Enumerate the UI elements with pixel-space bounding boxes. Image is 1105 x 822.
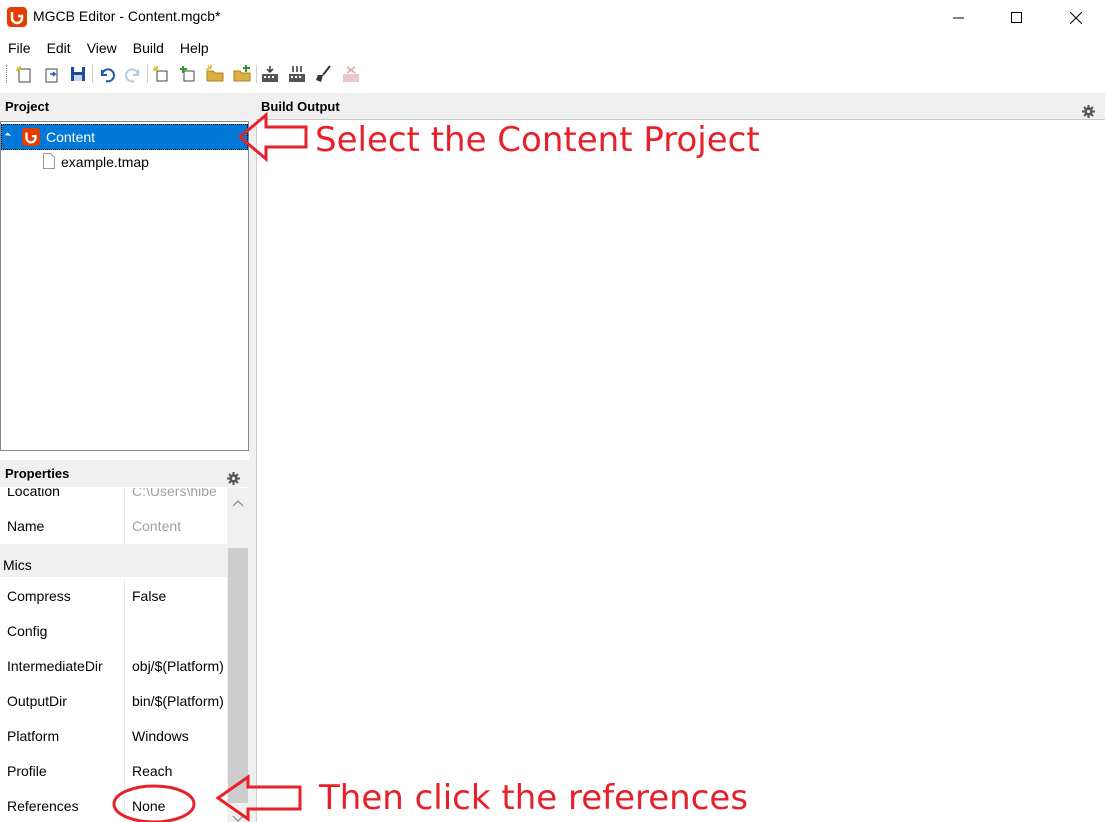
toolbar [0,61,1105,87]
prop-name: References [7,798,79,814]
prop-divider [124,579,125,614]
tree-item-example-tmap[interactable]: example.tmap [1,150,248,176]
prop-category-mics[interactable]: Mics [0,544,227,577]
tree-item-label: Content [46,129,96,145]
prop-name: Platform [7,728,60,744]
tree-expander-icon[interactable] [4,132,12,139]
monogame-icon [7,7,27,30]
arrow-left-annotation [237,111,308,163]
toolbar-separator [147,65,148,83]
circle-annotation [112,784,196,822]
annotation-select-project: Select the Content Project [315,120,760,160]
redo-icon[interactable] [122,63,144,85]
properties-scrollbar[interactable] [227,488,249,822]
prop-row-platform[interactable]: Platform Windows [0,719,227,754]
tree-item-label: example.tmap [61,154,149,170]
title-bar: MGCB Editor - Content.mgcb* [0,0,1105,35]
prop-divider [124,684,125,719]
prop-name: Config [7,623,48,639]
toolbar-grip[interactable] [6,65,9,83]
monogame-icon [22,128,40,149]
new-folder-icon[interactable] [204,63,226,85]
cancel-build-icon[interactable] [340,63,362,85]
prop-row-config[interactable]: Config [0,614,227,649]
tree-item-content[interactable]: Content [1,124,248,150]
prop-row-outputdir[interactable]: OutputDir bin/$(Platform) [0,684,227,719]
toolbar-separator [256,65,257,83]
prop-value: Reach [132,763,173,779]
prop-row-location[interactable]: Location C:\Users\hibe [0,488,227,509]
prop-divider [124,649,125,684]
add-existing-folder-icon[interactable] [231,63,253,85]
toolbar-separator [92,65,93,83]
file-icon [43,153,55,172]
prop-name: Profile [7,763,47,779]
undo-icon[interactable] [96,63,118,85]
open-icon[interactable] [40,63,62,85]
build-output-area[interactable] [256,121,1105,822]
new-icon[interactable] [13,63,35,85]
new-item-icon[interactable] [150,63,172,85]
add-existing-item-icon[interactable] [177,63,199,85]
prop-value: obj/$(Platform) [132,658,224,674]
prop-name: OutputDir [7,693,67,709]
menu-help[interactable]: Help [172,37,217,59]
pane-splitter[interactable] [249,93,256,822]
prop-value: bin/$(Platform) [132,693,224,709]
prop-value: C:\Users\hibe [132,488,217,499]
minimize-button[interactable] [930,0,988,35]
prop-value: Windows [132,728,189,744]
build-icon[interactable] [259,63,281,85]
prop-divider [124,509,125,544]
properties-title: Properties [5,466,70,481]
annotation-click-references: Then click the references [319,778,749,818]
prop-name: Name [7,518,45,534]
menu-view[interactable]: View [79,37,125,59]
save-icon[interactable] [67,63,89,85]
build-output-header: Build Output [256,93,1105,120]
menu-bar: File Edit View Build Help [0,37,217,59]
menu-edit[interactable]: Edit [39,37,79,59]
menu-file[interactable]: File [0,37,39,59]
prop-category-label: Mics [3,557,32,573]
project-tree[interactable]: Content example.tmap [0,121,249,451]
prop-name: Location [7,488,60,499]
prop-row-intermediatedir[interactable]: IntermediateDir obj/$(Platform) [0,649,227,684]
prop-name: IntermediateDir [7,658,103,674]
prop-divider [124,719,125,754]
close-button[interactable] [1047,0,1105,35]
prop-name: Compress [7,588,71,604]
arrow-left-annotation [215,774,302,822]
prop-divider [124,614,125,649]
prop-divider [124,488,125,509]
properties-grid[interactable]: Location C:\Users\hibe Name Content Mics… [0,488,249,822]
prop-row-compress[interactable]: Compress False [0,579,227,614]
prop-value: Content [132,518,182,534]
prop-value: False [132,588,167,604]
menu-build[interactable]: Build [125,37,172,59]
project-header: Project [0,93,249,120]
properties-header: Properties [0,460,249,487]
maximize-button[interactable] [988,0,1046,35]
scrollbar-thumb[interactable] [228,548,248,803]
clean-icon[interactable] [313,63,335,85]
window-title: MGCB Editor - Content.mgcb* [33,8,221,24]
prop-row-name[interactable]: Name Content [0,509,227,544]
rebuild-icon[interactable] [286,63,308,85]
chevron-up-icon[interactable] [232,494,244,510]
